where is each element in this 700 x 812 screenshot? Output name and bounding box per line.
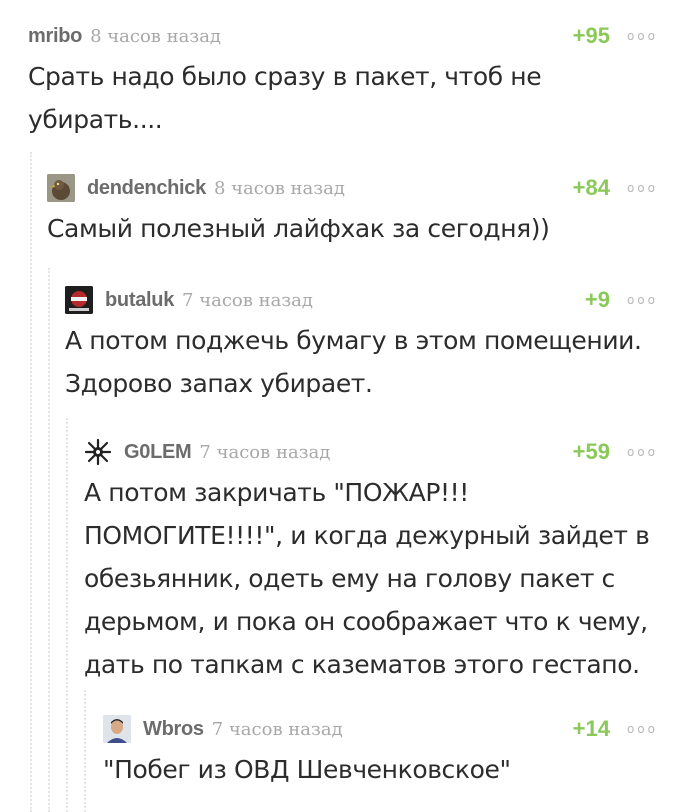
comment-text: А потом поджечь бумагу в этом помещении.… [65, 326, 642, 398]
comment-text: А потом закричать "ПОЖАР!!! ПОМОГИТЕ!!!!… [84, 478, 650, 679]
thread-line [84, 690, 86, 812]
comment-header: butaluk 7 часов назад +9 ooo [65, 286, 658, 314]
comment-header: mribo 8 часов назад +95 ooo [28, 23, 658, 49]
avatar-image [65, 286, 93, 314]
comment-author[interactable]: mribo [28, 25, 82, 48]
comment-time: 7 часов назад [211, 718, 343, 740]
more-options-icon[interactable]: ooo [627, 23, 658, 49]
comment-rating: +95 [572, 23, 610, 48]
comment-author[interactable]: Wbros [143, 718, 204, 741]
comment-header: G0LEM 7 часов назад +59 ooo [84, 438, 658, 466]
more-options-icon[interactable]: ooo [627, 439, 658, 465]
avatar[interactable] [103, 715, 131, 743]
comment: dendenchick 8 часов назад +84 ooo Самый … [47, 174, 658, 250]
more-options-icon[interactable]: ooo [627, 716, 658, 742]
comment-time: 7 часов назад [199, 441, 331, 463]
comment-author[interactable]: butaluk [105, 289, 174, 312]
comment-time: 8 часов назад [213, 177, 345, 199]
comment-header: Wbros 7 часов назад +14 ooo [103, 715, 658, 743]
comment: butaluk 7 часов назад +9 ooo А потом под… [65, 286, 658, 405]
comment-text: Самый полезный лайфхак за сегодня)) [47, 214, 550, 243]
comment-rating: +14 [572, 716, 610, 741]
thread-line [66, 418, 68, 812]
comment-text: "Побег из ОВД Шевченковское" [103, 755, 511, 784]
avatar-image [84, 438, 112, 466]
comment-author[interactable]: dendenchick [87, 177, 206, 200]
comment: mribo 8 часов назад +95 ooo Срать надо б… [28, 23, 658, 141]
comment-rating: +59 [572, 439, 610, 464]
comment: G0LEM 7 часов назад +59 ooo А потом закр… [84, 438, 658, 686]
comment-text: Срать надо было сразу в пакет, чтоб не у… [28, 62, 542, 134]
comment-time: 7 часов назад [182, 289, 313, 311]
comment: Wbros 7 часов назад +14 ooo "Побег из ОВ… [103, 715, 658, 791]
avatar[interactable] [47, 174, 75, 202]
comment-rating: +9 [584, 287, 610, 312]
avatar[interactable] [84, 438, 112, 466]
more-options-icon[interactable]: ooo [627, 287, 658, 313]
avatar-image [103, 715, 131, 743]
thread-line [48, 268, 50, 812]
thread-line [30, 152, 32, 812]
more-options-icon[interactable]: ooo [627, 175, 658, 201]
comment-time: 8 часов назад [90, 25, 222, 47]
comment-author[interactable]: G0LEM [124, 441, 192, 464]
avatar-image [47, 174, 75, 202]
comment-header: dendenchick 8 часов назад +84 ooo [47, 174, 658, 202]
comment-rating: +84 [572, 175, 610, 200]
avatar[interactable] [65, 286, 93, 314]
